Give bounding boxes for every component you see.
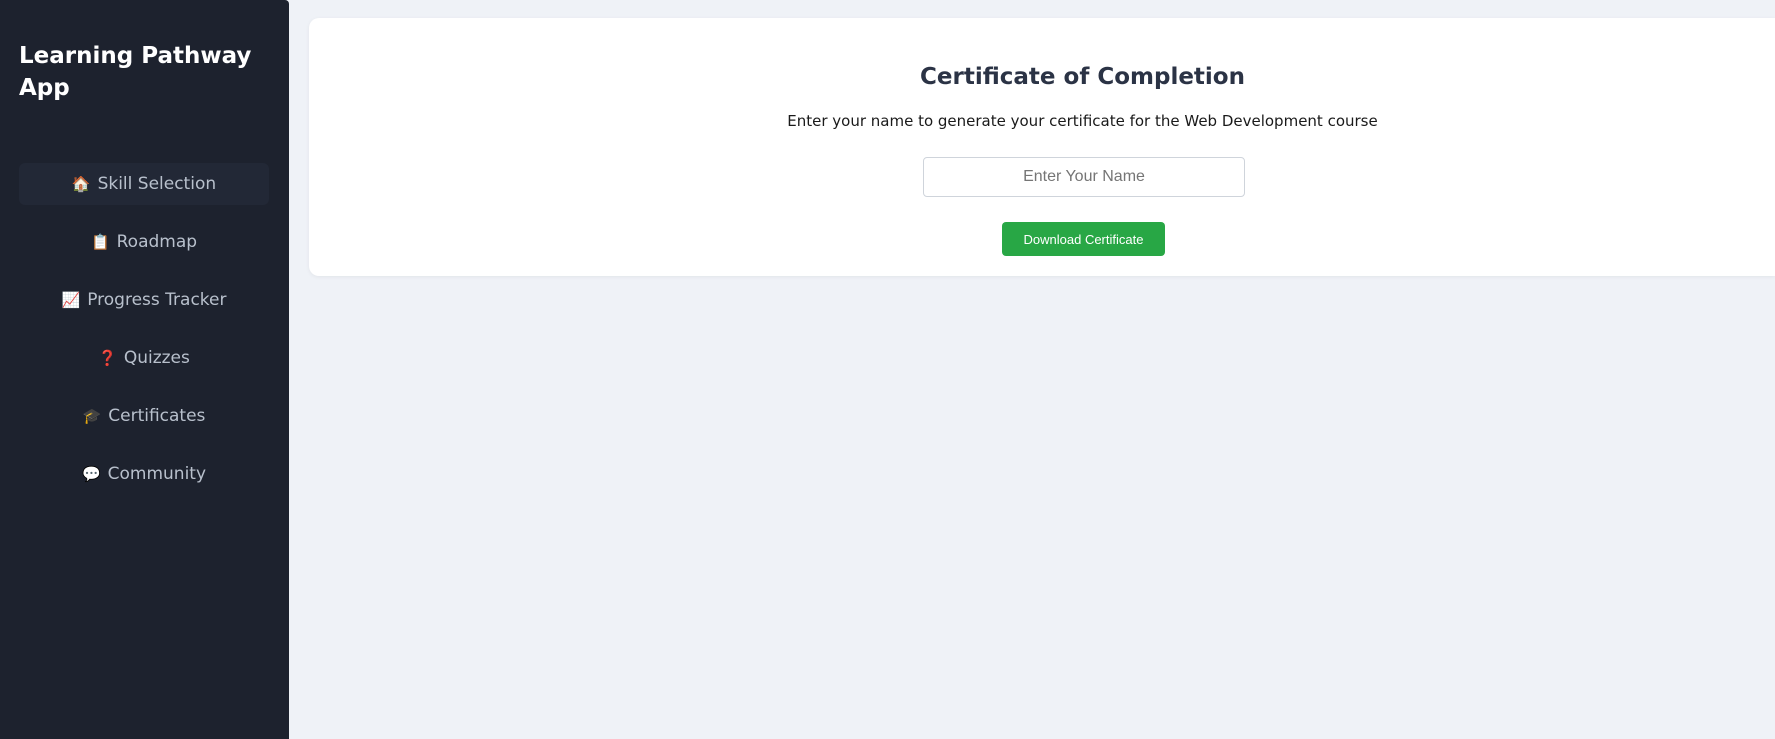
sidebar-item-progress-tracker[interactable]: 📈 Progress Tracker <box>19 279 269 321</box>
sidebar-item-label: Community <box>107 464 207 484</box>
sidebar-item-label: Certificates <box>108 406 206 426</box>
sidebar-item-quizzes[interactable]: ❓ Quizzes <box>19 337 269 379</box>
sidebar-item-label: Skill Selection <box>97 174 217 194</box>
question-mark-icon: ❓ <box>98 348 117 367</box>
certificate-description: Enter your name to generate your certifi… <box>787 112 1378 130</box>
house-icon: 🏠 <box>71 174 91 193</box>
sidebar-item-label: Roadmap <box>116 232 198 252</box>
app-root: Learning Pathway App 🏠 Skill Selection 📋… <box>0 0 1775 739</box>
chart-increasing-icon: 📈 <box>61 290 81 309</box>
app-title: Learning Pathway App <box>19 43 252 101</box>
sidebar: Learning Pathway App 🏠 Skill Selection 📋… <box>0 0 289 739</box>
sidebar-item-certificates[interactable]: 🎓 Certificates <box>19 395 269 437</box>
sidebar-item-roadmap[interactable]: 📋 Roadmap <box>19 221 269 263</box>
download-certificate-button[interactable]: Download Certificate <box>1002 222 1165 256</box>
sidebar-item-label: Progress Tracker <box>87 290 227 310</box>
clipboard-icon: 📋 <box>90 232 110 251</box>
sidebar-item-community[interactable]: 💬 Community <box>19 453 269 495</box>
page-title: Certificate of Completion <box>920 64 1245 90</box>
sidebar-item-label: Quizzes <box>123 348 190 368</box>
certificate-card: Certificate of Completion Enter your nam… <box>309 18 1775 276</box>
name-input[interactable] <box>923 157 1245 197</box>
sidebar-item-skill-selection[interactable]: 🏠 Skill Selection <box>19 163 269 205</box>
graduation-cap-icon: 🎓 <box>82 406 102 425</box>
speech-bubble-icon: 💬 <box>81 464 101 483</box>
sidebar-nav: 🏠 Skill Selection 📋 Roadmap 📈 Progress T… <box>19 163 269 511</box>
